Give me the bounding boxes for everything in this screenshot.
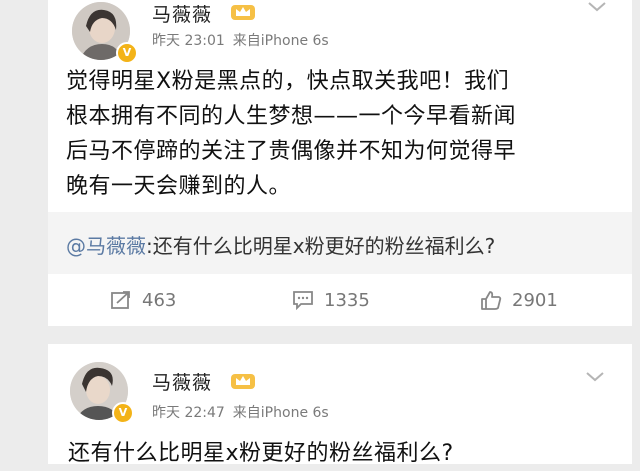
like-button[interactable]: 2901	[480, 274, 558, 326]
post-time: 昨天 23:01	[152, 33, 225, 49]
like-count: 2901	[512, 289, 558, 311]
reposted-content[interactable]: @马薇薇:还有什么比明星x粉更好的粉丝福利么?	[48, 212, 632, 274]
verified-icon: V	[112, 402, 134, 424]
chevron-down-icon[interactable]	[586, 0, 608, 14]
comment-button[interactable]: 1335	[292, 274, 370, 326]
post-time: 昨天 22:47	[152, 405, 225, 421]
crown-icon	[231, 5, 255, 20]
post-content: 还有什么比明星x粉更好的粉丝福利么?	[68, 441, 454, 466]
comment-icon	[293, 291, 313, 310]
repost-body: :还有什么比明星x粉更好的粉丝福利么?	[146, 234, 496, 258]
crown-icon	[231, 374, 255, 389]
repost-mention[interactable]: @马薇薇	[66, 234, 146, 258]
username[interactable]: 马薇薇	[152, 0, 212, 27]
post-source: 来自iPhone 6s	[232, 33, 329, 49]
repost-count: 463	[142, 289, 177, 311]
post-content: 觉得明星X粉是黑点的，快点取关我吧！我们 根本拥有不同的人生梦想——一个今早看新…	[66, 69, 517, 199]
repost-text: @马薇薇:还有什么比明星x粉更好的粉丝福利么?	[66, 230, 495, 259]
post-actions: 463 1335 2901	[48, 274, 632, 326]
post-source: 来自iPhone 6s	[232, 405, 329, 421]
post-meta: 昨天 23:01 来自iPhone 6s	[152, 30, 329, 50]
comment-count: 1335	[324, 289, 370, 311]
weibo-post-card: V 马薇薇 昨天 23:01 来自iPhone 6s 觉得明星X粉是黑点的，快点取…	[48, 0, 632, 326]
chevron-down-icon[interactable]	[584, 370, 606, 384]
username[interactable]: 马薇薇	[152, 368, 212, 395]
weibo-post-card: V 马薇薇 昨天 22:47 来自iPhone 6s 还有什么比明星x粉更好的粉丝…	[48, 344, 632, 466]
repost-icon	[111, 291, 130, 309]
repost-button[interactable]: 463	[110, 274, 176, 326]
post-meta: 昨天 22:47 来自iPhone 6s	[152, 402, 329, 422]
thumbs-up-icon	[481, 291, 502, 310]
verified-icon: V	[116, 42, 138, 64]
